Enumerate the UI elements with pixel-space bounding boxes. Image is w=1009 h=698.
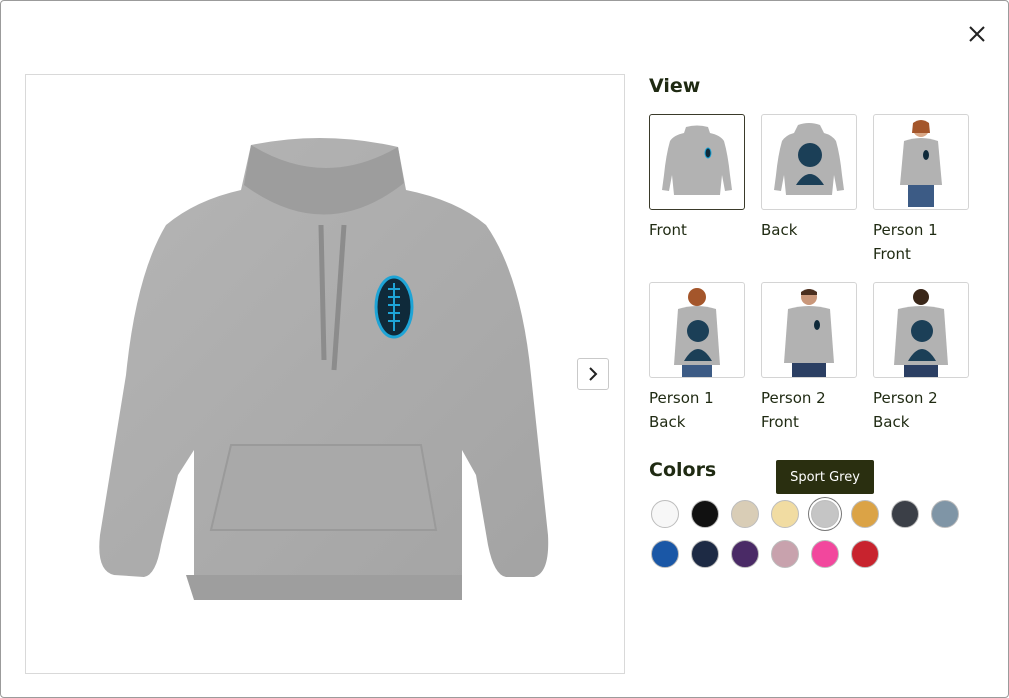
thumbnail-label-person2-back: Person 2 Back — [873, 389, 938, 431]
chevron-right-icon — [589, 367, 598, 381]
close-icon — [969, 26, 985, 42]
color-swatch[interactable] — [931, 500, 959, 528]
color-swatch[interactable] — [731, 540, 759, 568]
color-swatch[interactable] — [811, 500, 839, 528]
color-swatch[interactable] — [851, 500, 879, 528]
product-image-modal: View Front Back Person 1 Front Person 1 … — [0, 0, 1009, 698]
color-swatch[interactable] — [891, 500, 919, 528]
thumbnail-person1-back[interactable] — [649, 282, 745, 378]
person2-back-thumbnail — [894, 289, 948, 377]
next-image-button[interactable] — [577, 358, 609, 390]
main-product-image — [25, 74, 625, 674]
hoodie-back-thumbnail — [774, 123, 844, 195]
person1-back-thumbnail — [674, 288, 720, 377]
thumbnail-label-front: Front — [649, 221, 687, 239]
color-swatch[interactable] — [771, 500, 799, 528]
person2-front-thumbnail — [784, 289, 834, 377]
color-swatch[interactable] — [651, 500, 679, 528]
hoodie-front-image — [99, 137, 549, 600]
color-tooltip: Sport Grey — [776, 460, 874, 494]
color-swatch[interactable] — [691, 500, 719, 528]
view-heading: View — [649, 75, 701, 97]
color-swatch[interactable] — [771, 540, 799, 568]
color-swatch[interactable] — [691, 540, 719, 568]
color-swatch[interactable] — [811, 540, 839, 568]
thumbnail-person2-front[interactable] — [761, 282, 857, 378]
thumbnail-back[interactable] — [761, 114, 857, 210]
color-swatch[interactable] — [731, 500, 759, 528]
thumbnail-label-back: Back — [761, 221, 798, 239]
close-button[interactable] — [964, 21, 990, 47]
hoodie-front-thumbnail — [662, 125, 732, 195]
thumbnail-front[interactable] — [649, 114, 745, 210]
thumbnail-label-person2-front: Person 2 Front — [761, 389, 826, 431]
thumbnail-label-person1-back: Person 1 Back — [649, 389, 714, 431]
color-swatch[interactable] — [851, 540, 879, 568]
thumbnail-label-person1-front: Person 1 Front — [873, 221, 938, 263]
person1-front-thumbnail — [900, 120, 942, 207]
thumbnail-person2-back[interactable] — [873, 282, 969, 378]
thumbnail-person1-front[interactable] — [873, 114, 969, 210]
color-swatch[interactable] — [651, 540, 679, 568]
colors-heading: Colors — [649, 459, 717, 481]
